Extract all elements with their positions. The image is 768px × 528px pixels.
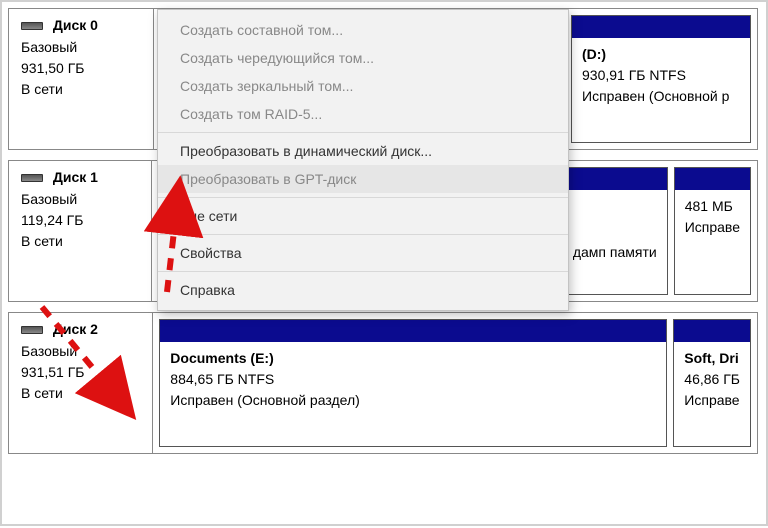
menu-separator [158,132,568,133]
volume-status: Исправен (Основной р [582,86,740,107]
disk-name: Диск 1 [53,169,98,185]
volume-stripe [675,168,750,190]
disk-row: Диск 2 Базовый 931,51 ГБ В сети Document… [8,312,758,454]
volume-size-fs: 46,86 ГБ [684,369,740,390]
disk-size: 931,51 ГБ [21,362,146,383]
disk-info-panel[interactable]: Диск 0 Базовый 931,50 ГБ В сети [9,9,154,149]
volume-status: Исправе [684,390,740,411]
volume-stripe [160,320,666,342]
disk-status: В сети [21,231,145,252]
menu-item-properties[interactable]: Свойства [158,239,568,267]
menu-item-help[interactable]: Справка [158,276,568,304]
menu-item-striped-volume: Создать чередующийся том... [158,44,568,72]
disk-type: Базовый [21,37,147,58]
menu-item-convert-dynamic[interactable]: Преобразовать в динамический диск... [158,137,568,165]
volume-status: дамп памяти [573,244,657,260]
menu-separator [158,197,568,198]
disk-status: В сети [21,79,147,100]
disk-size: 119,24 ГБ [21,210,145,231]
menu-item-offline[interactable]: Вне сети [158,202,568,230]
disk-icon [21,174,43,182]
menu-item-spanned-volume: Создать составной том... [158,16,568,44]
volume-status: Исправен (Основной раздел) [170,390,656,411]
volume-name: Documents (E:) [170,348,656,369]
disk-size: 931,50 ГБ [21,58,147,79]
volume-size-fs: 481 МБ [685,196,740,217]
volume-stripe [674,320,750,342]
disk-info-panel[interactable]: Диск 1 Базовый 119,24 ГБ В сети [9,161,152,301]
menu-item-convert-gpt: Преобразовать в GPT-диск [158,165,568,193]
disk-icon [21,326,43,334]
context-menu: Создать составной том... Создать чередую… [157,9,569,311]
volume-size-fs: 930,91 ГБ NTFS [582,65,740,86]
menu-item-raid5-volume: Создать том RAID-5... [158,100,568,128]
volume-size-fs: 884,65 ГБ NTFS [170,369,656,390]
disk-name: Диск 2 [53,321,98,337]
menu-separator [158,271,568,272]
volume-area: Documents (E:) 884,65 ГБ NTFS Исправен (… [153,313,757,453]
volume-status: Исправе [685,217,740,238]
disk-info-panel[interactable]: Диск 2 Базовый 931,51 ГБ В сети [9,313,153,453]
menu-item-mirrored-volume: Создать зеркальный том... [158,72,568,100]
volume-stripe [572,16,750,38]
volume-name: (D:) [582,44,740,65]
volume-name: Soft, Dri [684,348,740,369]
disk-type: Базовый [21,189,145,210]
disk-name: Диск 0 [53,17,98,33]
disk-type: Базовый [21,341,146,362]
volume[interactable]: Documents (E:) 884,65 ГБ NTFS Исправен (… [159,319,667,447]
disk-icon [21,22,43,30]
volume[interactable]: 481 МБ Исправе [674,167,751,295]
disk-status: В сети [21,383,146,404]
menu-separator [158,234,568,235]
volume[interactable]: (D:) 930,91 ГБ NTFS Исправен (Основной р [571,15,751,143]
volume[interactable]: Soft, Dri 46,86 ГБ Исправе [673,319,751,447]
